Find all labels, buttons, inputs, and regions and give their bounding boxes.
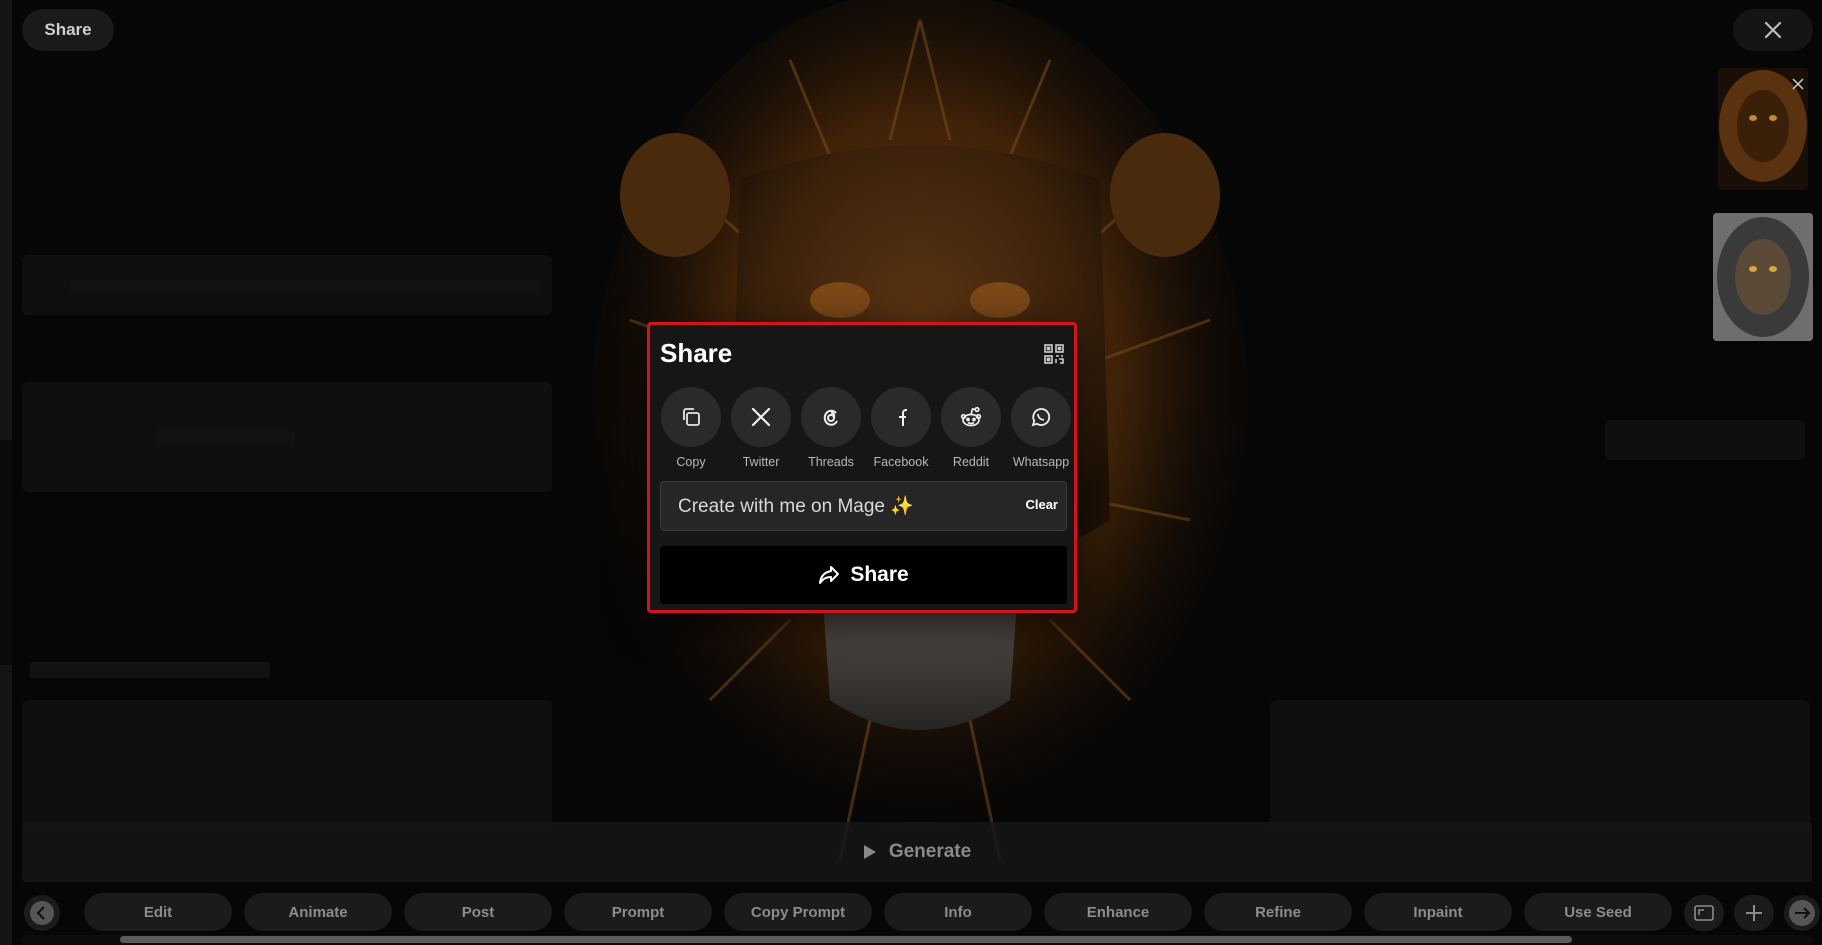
share-targets: Copy Twitter Threads Facebook Reddit Wha… bbox=[660, 387, 1072, 469]
add-button[interactable] bbox=[1734, 895, 1774, 931]
whatsapp-logo-icon bbox=[1031, 408, 1051, 427]
clear-button[interactable]: Clear bbox=[1025, 497, 1058, 512]
share-whatsapp-label: Whatsapp bbox=[1012, 455, 1070, 469]
toolbar-enhance-button[interactable]: Enhance bbox=[1044, 893, 1192, 931]
ghost-gallery bbox=[22, 700, 552, 830]
toolbar-post-button[interactable]: Post bbox=[404, 893, 552, 931]
share-twitter-label: Twitter bbox=[742, 455, 780, 469]
close-button[interactable] bbox=[1733, 9, 1813, 51]
toolbar-edit-button[interactable]: Edit bbox=[84, 893, 232, 931]
copy-icon bbox=[683, 408, 700, 426]
toolbar-info-button[interactable]: Info bbox=[884, 893, 1032, 931]
share-copy-label: Copy bbox=[676, 455, 706, 469]
bottom-toolbar: Edit Animate Post Prompt Copy Prompt Inf… bbox=[0, 893, 1822, 933]
horizontal-scrollbar[interactable] bbox=[22, 935, 1812, 944]
close-icon bbox=[1792, 78, 1804, 90]
share-twitter-button[interactable]: Twitter bbox=[730, 387, 792, 469]
play-icon bbox=[863, 845, 876, 859]
qr-code-icon bbox=[1044, 344, 1064, 364]
scroll-left-button[interactable] bbox=[24, 895, 60, 931]
thumbnail-2[interactable] bbox=[1713, 213, 1813, 341]
share-dialog: Share Copy Twitter Threads Facebook Redd… bbox=[647, 322, 1077, 613]
share-submit-label: Share bbox=[850, 563, 909, 586]
ghost-heading bbox=[30, 662, 270, 678]
share-arrow-icon bbox=[819, 566, 840, 584]
x-logo-icon bbox=[751, 407, 771, 427]
app-viewport: Share Generate Edit Animate Post Prompt … bbox=[0, 0, 1822, 945]
ghost-gallery-right bbox=[1270, 700, 1810, 830]
aspect-ratio-icon bbox=[1694, 905, 1714, 921]
dialog-title: Share bbox=[660, 338, 733, 368]
arrow-right-icon bbox=[1789, 900, 1815, 926]
generate-button[interactable]: Generate bbox=[22, 822, 1812, 882]
share-reddit-button[interactable]: Reddit bbox=[940, 387, 1002, 469]
toolbar-inpaint-button[interactable]: Inpaint bbox=[1364, 893, 1512, 931]
share-message-field: Clear bbox=[660, 481, 1067, 531]
qr-code-button[interactable] bbox=[1043, 343, 1065, 365]
share-threads-button[interactable]: Threads bbox=[800, 387, 862, 469]
remove-thumbnail-button[interactable] bbox=[1788, 74, 1808, 94]
facebook-logo-icon bbox=[899, 409, 907, 426]
toolbar-animate-button[interactable]: Animate bbox=[244, 893, 392, 931]
reddit-logo-icon bbox=[960, 406, 982, 427]
aspect-ratio-button[interactable] bbox=[1684, 895, 1724, 931]
share-chip[interactable]: Share bbox=[22, 9, 114, 51]
next-button[interactable] bbox=[1784, 895, 1820, 931]
plus-icon bbox=[1746, 905, 1762, 921]
lion-thumbnail-image bbox=[1713, 213, 1813, 341]
left-rail bbox=[0, 0, 12, 945]
ghost-line bbox=[70, 280, 540, 292]
generate-label: Generate bbox=[888, 841, 972, 862]
share-facebook-label: Facebook bbox=[873, 455, 929, 469]
toolbar-refine-button[interactable]: Refine bbox=[1204, 893, 1352, 931]
share-reddit-label: Reddit bbox=[952, 455, 990, 469]
ghost-card-right bbox=[1605, 420, 1805, 460]
share-threads-label: Threads bbox=[808, 455, 854, 469]
close-icon bbox=[1764, 21, 1782, 39]
share-submit-button[interactable]: Share bbox=[660, 546, 1067, 604]
toolbar-use-seed-button[interactable]: Use Seed bbox=[1524, 893, 1672, 931]
toolbar-prompt-button[interactable]: Prompt bbox=[564, 893, 712, 931]
threads-logo-icon bbox=[823, 409, 838, 426]
ghost-line bbox=[155, 430, 295, 446]
share-copy-button[interactable]: Copy bbox=[660, 387, 722, 469]
scrollbar-thumb[interactable] bbox=[120, 936, 1572, 943]
chevron-left-icon bbox=[30, 901, 54, 925]
share-whatsapp-button[interactable]: Whatsapp bbox=[1010, 387, 1072, 469]
share-facebook-button[interactable]: Facebook bbox=[870, 387, 932, 469]
share-message-input[interactable] bbox=[661, 482, 1001, 530]
toolbar-copy-prompt-button[interactable]: Copy Prompt bbox=[724, 893, 872, 931]
